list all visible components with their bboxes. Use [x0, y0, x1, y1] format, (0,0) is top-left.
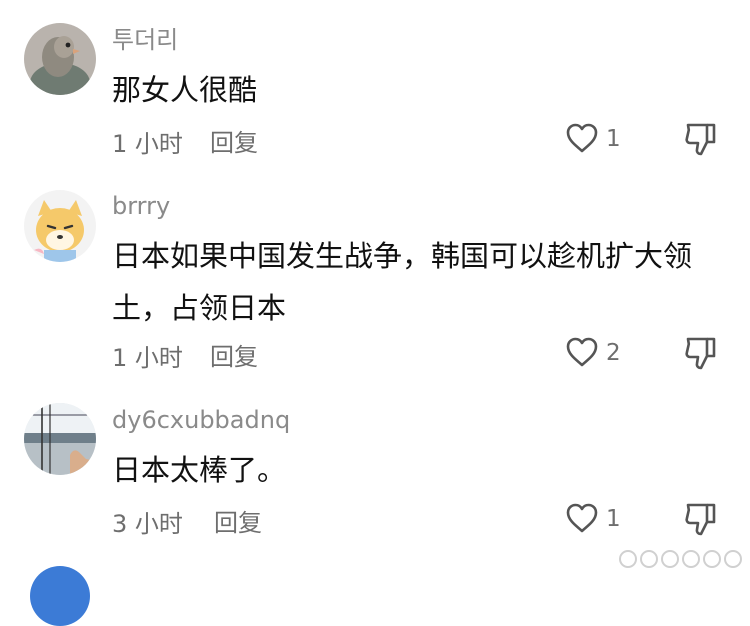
heart-outline-icon: [566, 503, 598, 533]
avatar[interactable]: [24, 403, 96, 475]
like-count: 1: [606, 506, 621, 532]
username[interactable]: dy6cxubbadnq: [112, 405, 290, 435]
dislike-button[interactable]: [682, 500, 722, 540]
username[interactable]: brrry: [112, 191, 170, 221]
timestamp: 1 小时: [112, 130, 183, 158]
username[interactable]: 투더리: [112, 25, 178, 55]
like-button[interactable]: 1: [564, 120, 644, 160]
comment-meta: 1 小时 回复 1: [112, 120, 750, 160]
like-button[interactable]: 2: [564, 334, 644, 374]
comment-meta: 3 小时 回复 1: [112, 500, 750, 540]
comment-meta: 1 小时 回复 2: [112, 334, 750, 374]
timestamp: 1 小时: [112, 344, 183, 372]
timestamp: 3 小时: [112, 510, 183, 538]
avatar[interactable]: [24, 190, 96, 262]
reply-button[interactable]: 回复: [210, 123, 258, 158]
comment-text: 那女人很酷: [112, 73, 258, 107]
like-count: 1: [606, 126, 621, 152]
reply-button[interactable]: 回复: [214, 503, 262, 538]
comment-text: 日本如果中国发生战争，韩国可以趁机扩大领土，占领日本: [112, 239, 693, 325]
heart-outline-icon: [566, 123, 598, 153]
like-count: 2: [606, 340, 621, 366]
dislike-button[interactable]: [682, 334, 722, 374]
reply-button[interactable]: 回复: [210, 337, 258, 372]
avatar[interactable]: [24, 23, 96, 95]
watermark-icon: [619, 550, 742, 568]
thumbs-down-icon: [685, 503, 716, 536]
avatar[interactable]: [30, 566, 90, 626]
thumbs-down-icon: [685, 123, 716, 156]
comment-text: 日本太棒了。: [112, 453, 287, 487]
like-button[interactable]: 1: [564, 500, 644, 540]
heart-outline-icon: [566, 337, 598, 367]
thumbs-down-icon: [685, 337, 716, 370]
dislike-button[interactable]: [682, 120, 722, 160]
